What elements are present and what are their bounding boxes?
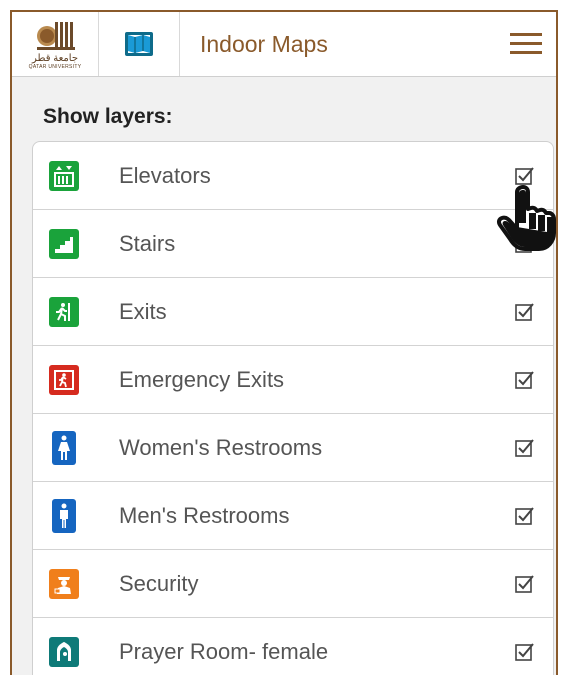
map-button[interactable]	[99, 12, 180, 76]
university-logo-icon	[37, 22, 75, 50]
checkbox-checked-icon[interactable]	[515, 302, 535, 322]
checkbox-checked-icon[interactable]	[515, 642, 535, 662]
layer-label: Security	[119, 570, 199, 596]
women-restroom-icon	[52, 430, 76, 465]
layer-row-elevators[interactable]: Elevators	[33, 142, 553, 210]
layer-label: Elevators	[119, 162, 211, 188]
layer-row-mens-restrooms[interactable]: Men's Restrooms	[33, 482, 553, 550]
layer-row-womens-restrooms[interactable]: Women's Restrooms	[33, 414, 553, 482]
prayer-room-icon	[49, 636, 79, 667]
app-frame: جامعة قطر QATAR UNIVERSITY Indoor Maps S…	[10, 10, 558, 675]
header-bar: جامعة قطر QATAR UNIVERSITY Indoor Maps	[12, 12, 556, 77]
map-icon	[125, 32, 153, 56]
pointer-hand-icon	[496, 185, 556, 251]
layer-label: Emergency Exits	[119, 366, 285, 392]
checkbox-checked-icon[interactable]	[515, 370, 535, 390]
layer-label: Exits	[119, 298, 167, 324]
layer-list: Elevators Stairs Exits Emergency Exits W…	[32, 141, 554, 675]
layer-row-exits[interactable]: Exits	[33, 278, 553, 346]
stairs-icon	[49, 228, 79, 259]
layer-row-emergency-exits[interactable]: Emergency Exits	[33, 346, 553, 414]
section-label: Show layers:	[43, 105, 173, 128]
layer-row-security[interactable]: Security	[33, 550, 553, 618]
page-title: Indoor Maps	[200, 30, 328, 57]
checkbox-checked-icon[interactable]	[515, 574, 535, 594]
exit-icon	[49, 296, 79, 327]
logo-arabic-text: جامعة قطر	[31, 53, 79, 64]
hamburger-menu-icon	[510, 33, 542, 54]
layer-row-prayer-room-female[interactable]: Prayer Room- female	[33, 618, 553, 675]
security-icon	[49, 568, 79, 599]
university-logo[interactable]: جامعة قطر QATAR UNIVERSITY	[12, 12, 99, 76]
hamburger-menu-button[interactable]	[496, 12, 556, 76]
layer-label: Stairs	[119, 230, 176, 256]
layer-label: Women's Restrooms	[119, 434, 323, 460]
checkbox-checked-icon[interactable]	[515, 438, 535, 458]
logo-english-text: QATAR UNIVERSITY	[28, 64, 82, 70]
checkbox-checked-icon[interactable]	[515, 506, 535, 526]
men-restroom-icon	[52, 498, 76, 533]
layer-label: Men's Restrooms	[119, 502, 290, 528]
layer-label: Prayer Room- female	[119, 638, 329, 664]
elevator-icon	[49, 160, 79, 191]
layer-row-stairs[interactable]: Stairs	[33, 210, 553, 278]
emergency-exit-icon	[49, 364, 79, 395]
